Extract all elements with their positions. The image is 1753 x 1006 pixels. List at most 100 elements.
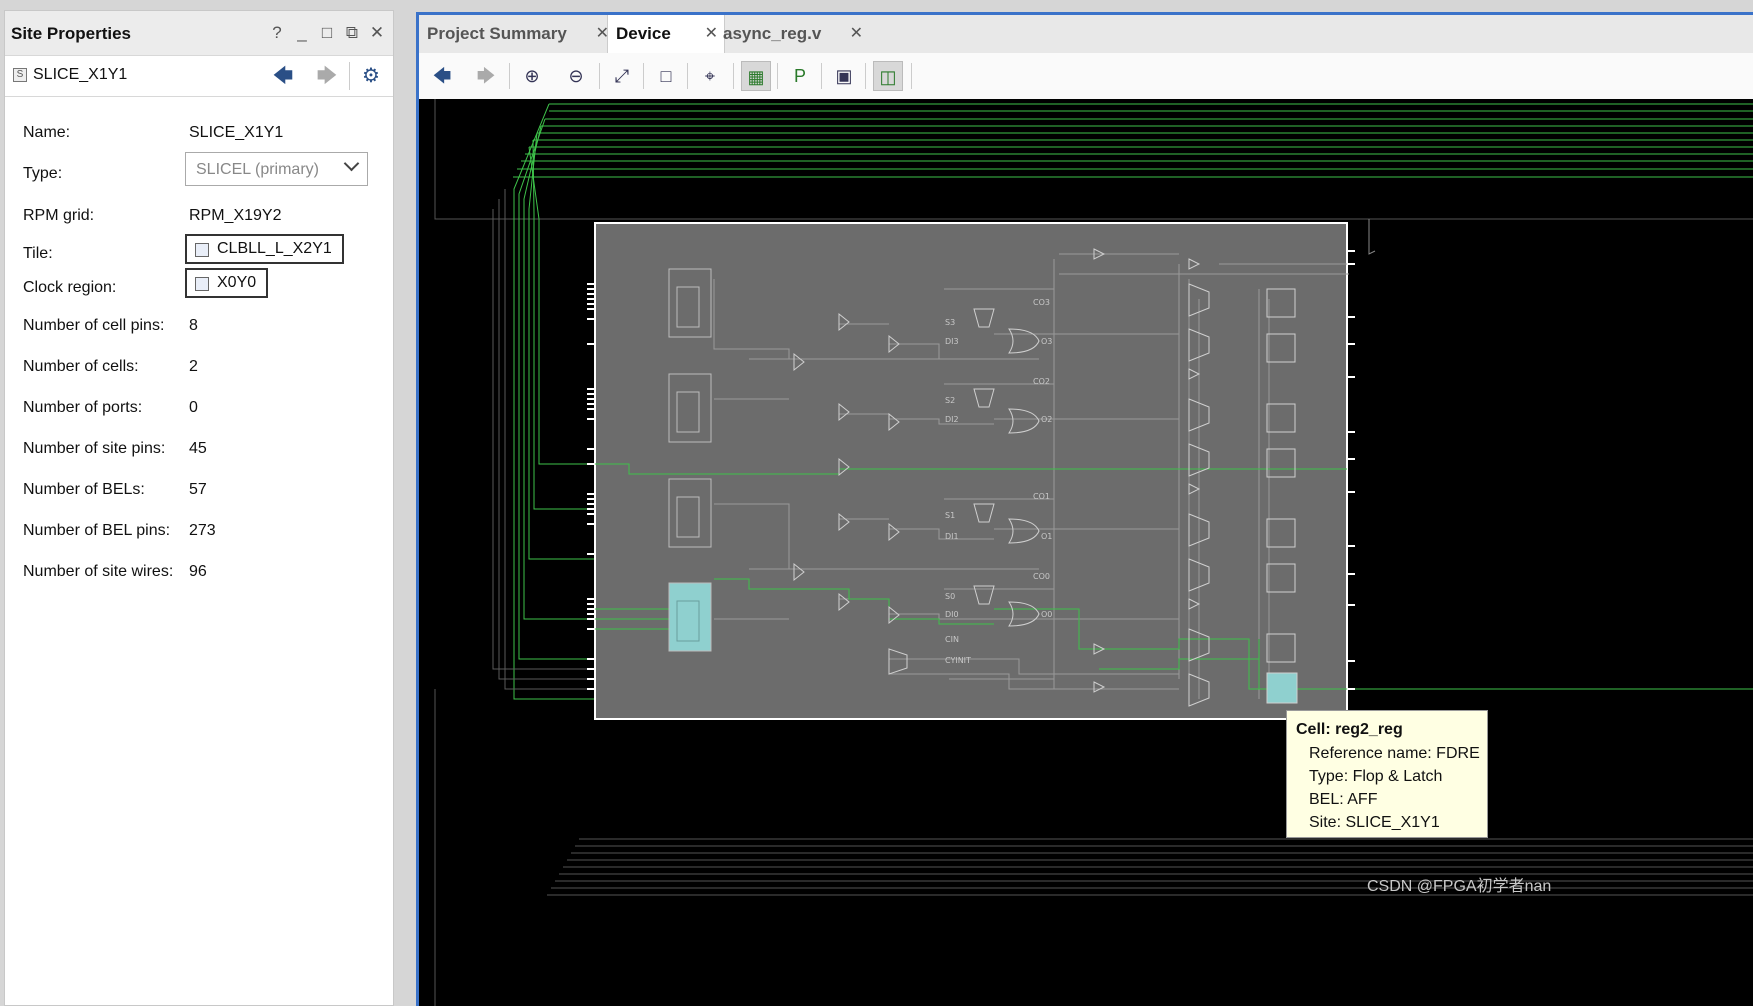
minimize-icon[interactable]: _ [294,23,310,43]
svg-text:DI3: DI3 [945,337,959,346]
tab-label: async_reg.v [723,24,822,43]
svg-text:CYINIT: CYINIT [945,656,971,665]
tooltip-title: Cell: reg2_reg [1296,721,1403,738]
prop-label: Number of cell pins: [23,317,165,334]
tab-label: Device [616,24,671,43]
panel-title: Site Properties [11,24,131,43]
clock-region-value: X0Y0 [217,274,257,291]
maximize-icon[interactable]: □ [319,23,335,43]
prop-site-wires: Number of site wires: 96 [23,558,383,588]
type-select[interactable]: SLICEL (primary) [185,152,368,186]
svg-text:CO2: CO2 [1033,377,1050,386]
tab-bar: Project Summary ✕ Device ✕ async_reg.v ✕ [419,15,1753,54]
float-icon[interactable]: ⧉ [344,23,360,43]
prop-label: Number of ports: [23,399,143,416]
add-pblock-icon[interactable]: P [785,61,815,91]
tab-async-reg[interactable]: async_reg.v ✕ [715,15,869,53]
crosshair-icon[interactable]: ⌖ [695,61,725,91]
chevron-down-icon [343,155,360,172]
prop-label: Number of cells: [23,358,139,375]
prop-site-pins: Number of site pins: 45 [23,435,383,465]
site-header: S SLICE_X1Y1 🡄 🡆 ⚙ [5,56,393,97]
prop-label: Type: [23,165,63,182]
fan-in-wires [513,103,594,700]
help-icon[interactable]: ? [269,23,285,43]
device-view-icon[interactable]: ▣ [829,61,859,91]
prop-cell-pins: Number of cell pins: 8 [23,312,383,342]
prop-label: Tile: [23,245,53,262]
prop-label: Number of BEL pins: [23,522,171,539]
routing-resources-icon[interactable]: ▦ [741,61,771,91]
watermark: CSDN @FPGA初学者nan [1367,878,1552,895]
prop-tile: Tile: CLBLL_L_X2Y1 [23,234,383,270]
prop-value: 8 [189,317,198,334]
prop-label: RPM grid: [23,207,95,224]
device-toolbar: 🡄 🡆 ⊕ ⊖ ⤢ □ ⌖ ▦ P ▣ ◫ [419,53,1753,100]
gear-icon[interactable]: ⚙ [357,62,385,90]
prop-label: Name: [23,124,71,141]
tooltip-line: Type: Flop & Latch [1309,768,1443,785]
autofit-selection-icon[interactable]: ◫ [873,61,903,91]
forward-arrow-icon[interactable]: 🡆 [313,62,341,90]
close-icon[interactable]: ✕ [850,15,863,53]
tile-icon [195,243,209,257]
svg-text:DI1: DI1 [945,532,959,541]
forward-icon[interactable]: 🡆 [471,61,501,91]
site-name: SLICE_X1Y1 [33,66,128,83]
clock-region-icon [195,277,209,291]
svg-text:S2: S2 [945,396,955,405]
type-select-value: SLICEL (primary) [196,161,319,178]
close-icon[interactable]: ✕ [369,23,385,43]
svg-text:S0: S0 [945,592,955,601]
prop-bel-pins: Number of BEL pins: 273 [23,517,383,547]
window-controls: ? _ □ ⧉ ✕ [269,23,385,43]
tile-value: CLBLL_L_X2Y1 [217,240,332,257]
prop-rpm-grid: RPM grid: RPM_X19Y2 [23,202,383,232]
zoom-out-icon[interactable]: ⊖ [561,61,591,91]
svg-text:O0: O0 [1041,610,1052,619]
prop-value: RPM_X19Y2 [189,207,282,224]
svg-text:S1: S1 [945,511,955,520]
prop-value: SLICE_X1Y1 [189,124,284,141]
back-icon[interactable]: 🡄 [427,61,457,91]
back-arrow-icon[interactable]: 🡄 [269,62,297,90]
prop-type: Type: SLICEL (primary) [23,152,383,190]
zoom-area-icon[interactable]: □ [651,61,681,91]
prop-value: 45 [189,440,207,457]
svg-text:CO0: CO0 [1033,572,1050,581]
svg-text:CIN: CIN [945,635,959,644]
prop-name: Name: SLICE_X1Y1 [23,119,383,149]
prop-value: 0 [189,399,198,416]
prop-value: 96 [189,563,207,580]
prop-label: Number of site pins: [23,440,166,457]
clock-region-link[interactable]: X0Y0 [185,268,269,298]
svg-text:O3: O3 [1041,337,1052,346]
tooltip-line: Reference name: FDRE [1309,745,1480,762]
cell-tooltip: Cell: reg2_reg Reference name: FDRE Type… [1286,710,1488,838]
device-canvas[interactable]: CO3 CO2 CO1 CO0 S3 S2 S1 S0 DI3 DI2 DI1 … [419,99,1753,1006]
zoom-in-icon[interactable]: ⊕ [517,61,547,91]
svg-text:CO3: CO3 [1033,298,1050,307]
tile-link[interactable]: CLBLL_L_X2Y1 [185,234,344,264]
routing-wires-top [513,103,1753,178]
svg-text:CO1: CO1 [1033,492,1050,501]
site-output-pins [1347,250,1355,690]
site-properties-panel: Site Properties ? _ □ ⧉ ✕ S SLICE_X1Y1 🡄… [4,10,394,1006]
prop-label: Clock region: [23,279,117,296]
prop-label: Number of site wires: [23,563,174,580]
svg-text:DI2: DI2 [945,415,959,424]
prop-value: 57 [189,481,207,498]
device-window: Project Summary ✕ Device ✕ async_reg.v ✕… [416,12,1753,1006]
tab-device[interactable]: Device ✕ [607,15,725,53]
prop-label: Number of BELs: [23,481,145,498]
tab-project-summary[interactable]: Project Summary ✕ [419,15,615,53]
aff-highlighted [1266,672,1298,704]
svg-text:O2: O2 [1041,415,1052,424]
prop-bels: Number of BELs: 57 [23,476,383,506]
panel-title-bar: Site Properties ? _ □ ⧉ ✕ [5,11,393,56]
device-schematic[interactable]: CO3 CO2 CO1 CO0 S3 S2 S1 S0 DI3 DI2 DI1 … [419,99,1753,1006]
tab-label: Project Summary [427,24,567,43]
prop-clock-region: Clock region: X0Y0 [23,268,383,304]
svg-text:DI0: DI0 [945,610,959,619]
zoom-fit-icon[interactable]: ⤢ [607,61,637,91]
